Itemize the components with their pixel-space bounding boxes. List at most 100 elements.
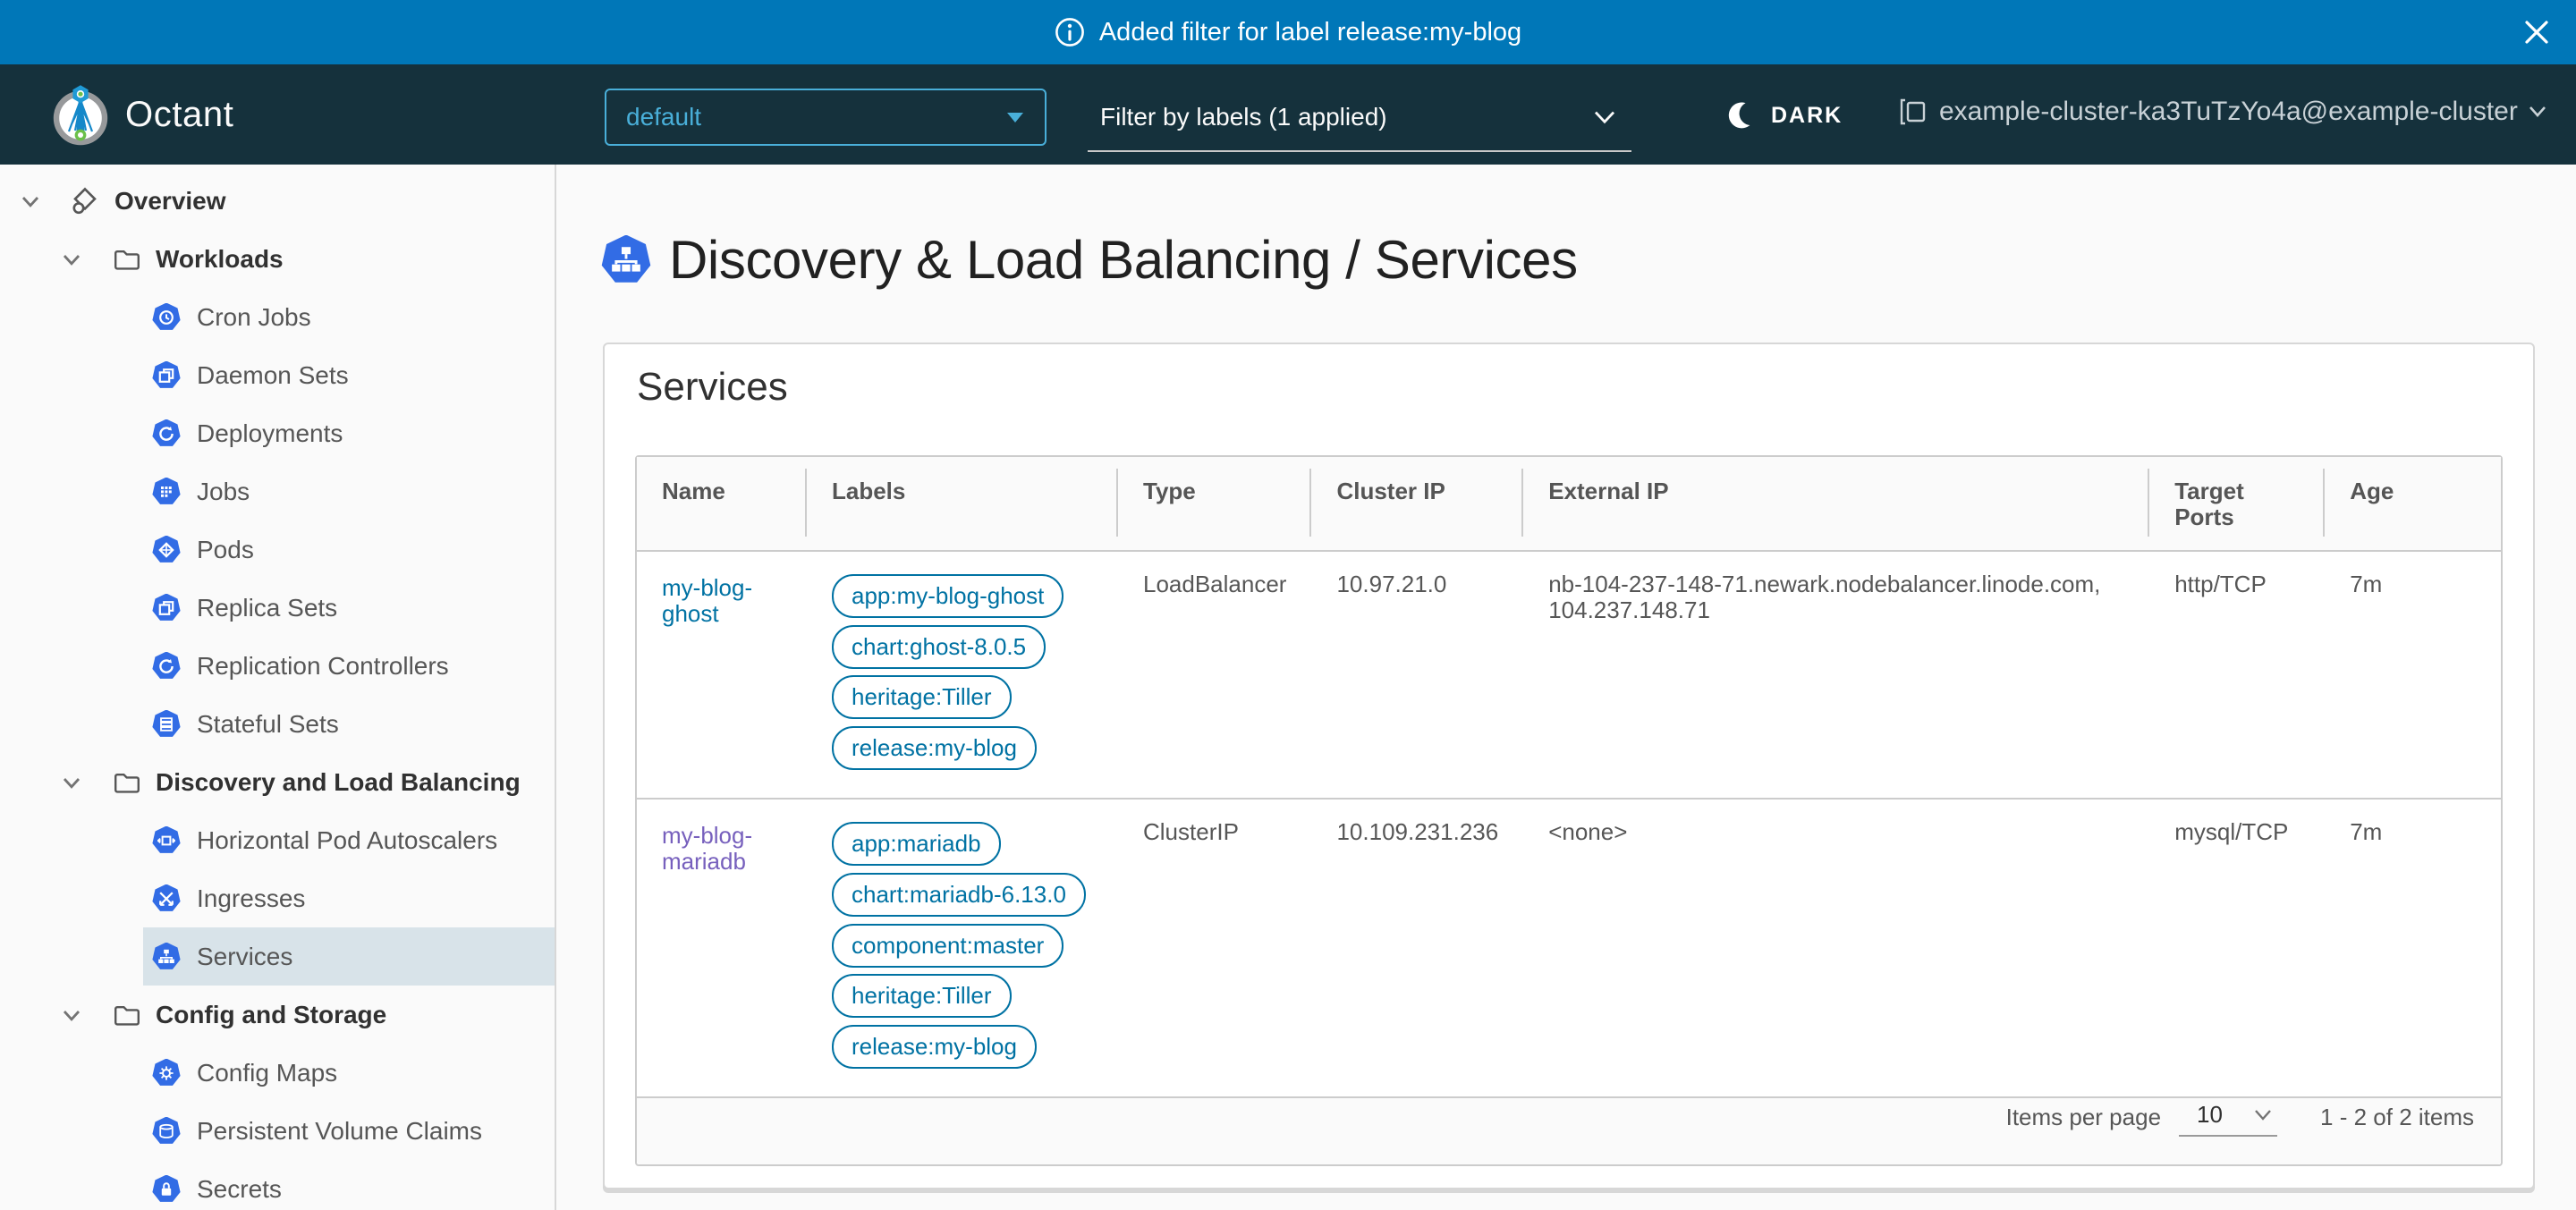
chevron-down-icon[interactable]	[61, 249, 82, 270]
chevron-down-icon[interactable]	[61, 772, 82, 793]
sidebar-item-discovery-and-load-balancing[interactable]: Discovery and Load Balancing	[0, 753, 555, 811]
namespace-select[interactable]: default	[605, 89, 1046, 146]
sidebar-item-jobs[interactable]: Jobs	[143, 462, 555, 520]
banner-message: Added filter for label release:my-blog	[1099, 18, 1521, 47]
sidebar-item-replication-controllers[interactable]: Replication Controllers	[143, 637, 555, 695]
sidebar-item-label: Workloads	[156, 245, 284, 274]
sidebar-item-cron-jobs[interactable]: Cron Jobs	[143, 288, 555, 346]
app-header: Octant default Filter by labels (1 appli…	[0, 64, 2576, 165]
sidebar-item-overview[interactable]: Overview	[0, 172, 555, 230]
table-row: my-blog-ghost app:my-blog-ghost chart:gh…	[637, 552, 2501, 798]
moon-icon	[1726, 100, 1757, 131]
replicaset-icon	[152, 594, 181, 622]
label-pill[interactable]: app:mariadb	[832, 822, 1001, 866]
table-footer: Items per page 10 1 - 2 of 2 items	[664, 1098, 2474, 1137]
hpa-icon	[152, 826, 181, 855]
cell-external-ip: <none>	[1523, 798, 2149, 1096]
column-header-name: Name	[637, 457, 807, 552]
services-table: Name Labels Type Cluster IP External IP …	[635, 455, 2503, 1166]
sidebar-item-label: Persistent Volume Claims	[197, 1117, 482, 1146]
service-link[interactable]: my-blog-ghost	[662, 575, 782, 627]
column-header-cluster-ip: Cluster IP	[1311, 457, 1523, 552]
sidebar-item-ingresses[interactable]: Ingresses	[143, 869, 555, 927]
sidebar-item-horizontal-pod-autoscalers[interactable]: Horizontal Pod Autoscalers	[143, 811, 555, 869]
sidebar-item-label: Jobs	[197, 478, 250, 506]
page-title: Discovery & Load Balancing / Services	[669, 229, 1578, 291]
services-card: Services Name Labels Type Cluster IP Ext…	[603, 343, 2535, 1189]
label-pill[interactable]: heritage:Tiller	[832, 974, 1012, 1018]
close-icon[interactable]	[2521, 16, 2553, 48]
cell-type: ClusterIP	[1118, 798, 1311, 1096]
sidebar-item-label: Secrets	[197, 1175, 282, 1204]
service-icon	[152, 943, 181, 971]
column-header-type: Type	[1118, 457, 1311, 552]
cell-target-ports: http/TCP	[2149, 552, 2325, 798]
cell-age: 7m	[2325, 552, 2501, 798]
service-link[interactable]: my-blog-mariadb	[662, 823, 782, 875]
sidebar-item-secrets[interactable]: Secrets	[143, 1160, 555, 1210]
sidebar-item-pods[interactable]: Pods	[143, 520, 555, 579]
sidebar-item-deployments[interactable]: Deployments	[143, 404, 555, 462]
items-per-page-select[interactable]: 10	[2179, 1098, 2277, 1137]
folder-icon	[113, 768, 141, 797]
chevron-down-icon	[2529, 106, 2546, 118]
column-header-target-ports: Target Ports	[2149, 457, 2325, 552]
dark-mode-toggle[interactable]: DARK	[1726, 100, 1843, 131]
secret-icon	[152, 1175, 181, 1204]
cell-external-ip: nb-104-237-148-71.newark.nodebalancer.li…	[1523, 552, 2149, 798]
items-per-page-value: 10	[2197, 1102, 2223, 1128]
sidebar-item-label: Replica Sets	[197, 594, 337, 622]
cell-type: LoadBalancer	[1118, 552, 1311, 798]
replicationcontroller-icon	[152, 652, 181, 681]
sidebar-item-replica-sets[interactable]: Replica Sets	[143, 579, 555, 637]
label-pill[interactable]: release:my-blog	[832, 1025, 1037, 1069]
sidebar-item-services[interactable]: Services	[143, 927, 555, 986]
main-content: Discovery & Load Balancing / Services Se…	[558, 165, 2576, 1210]
pvc-icon	[152, 1117, 181, 1146]
pagination-range: 1 - 2 of 2 items	[2320, 1104, 2474, 1130]
octant-app: Added filter for label release:my-blog O…	[0, 0, 2576, 1210]
statefulset-icon	[152, 710, 181, 739]
label-filter-value: Filter by labels (1 applied)	[1100, 103, 1387, 131]
card-title: Services	[637, 362, 2503, 412]
ingress-icon	[152, 884, 181, 913]
configmap-icon	[152, 1059, 181, 1087]
sidebar-item-stateful-sets[interactable]: Stateful Sets	[143, 695, 555, 753]
label-pill[interactable]: component:master	[832, 924, 1063, 968]
chevron-down-icon	[1594, 110, 1615, 124]
cell-cluster-ip: 10.97.21.0	[1311, 552, 1523, 798]
label-filter-select[interactable]: Filter by labels (1 applied)	[1088, 95, 1631, 152]
cell-age: 7m	[2325, 798, 2501, 1096]
column-header-external-ip: External IP	[1523, 457, 2149, 552]
sidebar-item-config-maps[interactable]: Config Maps	[143, 1044, 555, 1102]
sidebar-item-label: Services	[197, 943, 292, 971]
sidebar-item-label: Discovery and Load Balancing	[156, 768, 521, 797]
cronjob-icon	[152, 303, 181, 332]
app-name: Octant	[125, 95, 233, 135]
cell-cluster-ip: 10.109.231.236	[1311, 798, 1523, 1096]
sidebar-item-label: Stateful Sets	[197, 710, 339, 739]
sidebar-item-persistent-volume-claims[interactable]: Persistent Volume Claims	[143, 1102, 555, 1160]
deployment-icon	[152, 419, 181, 448]
service-icon	[601, 235, 651, 285]
sidebar-item-daemon-sets[interactable]: Daemon Sets	[143, 346, 555, 404]
sidebar-item-label: Ingresses	[197, 884, 305, 913]
chevron-down-icon[interactable]	[61, 1004, 82, 1026]
sidebar-item-workloads[interactable]: Workloads	[0, 230, 555, 288]
cell-target-ports: mysql/TCP	[2149, 798, 2325, 1096]
cluster-context-selector[interactable]: example-cluster-ka3TuTzYo4a@example-clus…	[1898, 97, 2546, 127]
chevron-down-icon[interactable]	[20, 190, 41, 212]
label-pill[interactable]: app:my-blog-ghost	[832, 574, 1063, 618]
label-pill[interactable]: heritage:Tiller	[832, 675, 1012, 719]
dark-mode-label: DARK	[1771, 103, 1843, 129]
octant-logo	[47, 80, 114, 148]
sidebar-item-config-and-storage[interactable]: Config and Storage	[0, 986, 555, 1044]
cluster-context-value: example-cluster-ka3TuTzYo4a@example-clus…	[1939, 97, 2518, 127]
label-pill[interactable]: chart:ghost-8.0.5	[832, 625, 1046, 669]
sidebar-item-label: Overview	[114, 187, 226, 216]
folder-icon	[113, 1001, 141, 1029]
label-pill[interactable]: release:my-blog	[832, 726, 1037, 770]
job-icon	[152, 478, 181, 506]
namespace-value: default	[626, 103, 701, 131]
label-pill[interactable]: chart:mariadb-6.13.0	[832, 873, 1086, 917]
